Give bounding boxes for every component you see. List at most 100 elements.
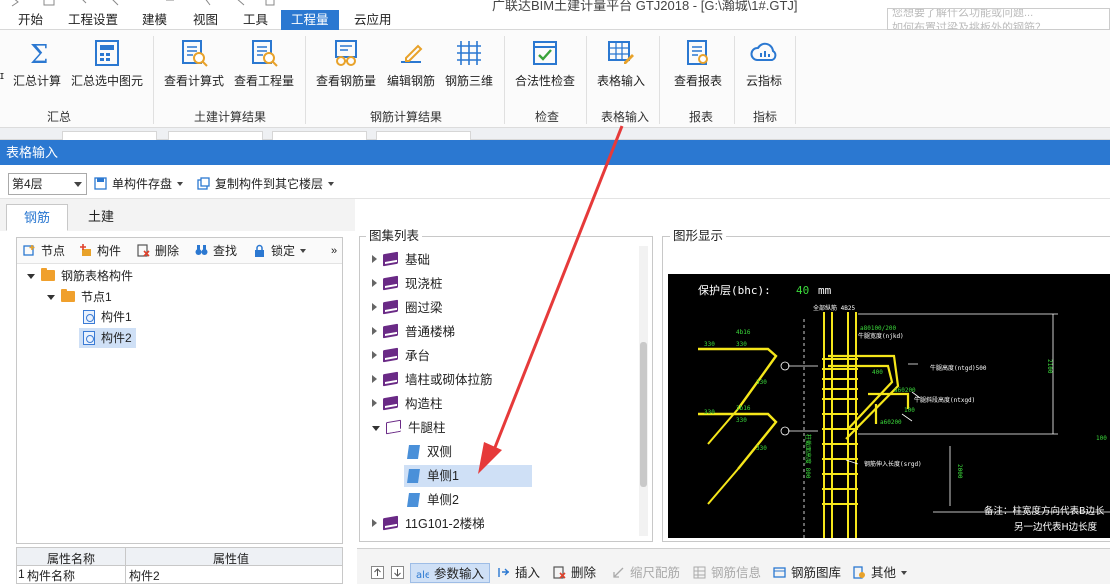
atlas-item[interactable]: 承台 [372,345,430,367]
help-search-box[interactable]: 您想要了解什么功能或问题... 如何布置过梁及挑板外的钢筋？ [887,8,1110,30]
atlas-child-item[interactable]: 单侧2 [404,489,463,511]
cover-value[interactable]: 40 [796,284,809,297]
menu-view[interactable]: 视图 [193,10,218,30]
cloud-chart-icon [750,42,777,61]
floor-select-value: 第4层 [12,177,43,191]
svg-text:Σ: Σ [30,40,48,68]
doc-tab[interactable] [272,131,367,140]
copy-icon [197,177,210,190]
table-input-button[interactable]: 表格输入 [594,38,648,98]
anno-t15: 330 [756,445,767,452]
add-node-button[interactable]: 节点 [23,240,65,262]
view-report-button[interactable]: 查看报表 [671,38,725,98]
menu-tools[interactable]: 工具 [243,10,268,30]
cloud-index-button[interactable]: 云指标 [740,38,788,98]
delete-row-button[interactable]: 删除 [553,563,596,583]
book-icon [383,275,398,291]
summary-selected-button[interactable]: 汇总选中图元 [70,38,144,98]
expand-icon [372,375,377,383]
lock-button[interactable]: 锁定 [253,240,307,262]
tab-rebar[interactable]: 钢筋 [6,204,68,231]
ribbon-divider [153,36,154,124]
view-rebar-button[interactable]: 查看钢筋量 [314,38,378,98]
rebar-library-button[interactable]: 钢筋图库 [773,563,841,583]
single-component-save-button[interactable]: 单构件存盘 [94,173,184,195]
anno-t17: a60200 [880,419,902,426]
menu-project-settings[interactable]: 工程设置 [68,10,118,30]
doc-tab[interactable] [376,131,471,140]
quick-access-toolbar[interactable] [4,0,304,7]
insert-button[interactable]: 插入 [497,563,540,583]
anno-t21: 2000 [956,464,963,479]
property-row[interactable]: 1 构件名称 构件2 [16,566,343,584]
menu-start[interactable]: 开始 [18,10,43,30]
atlas-scrollbar[interactable] [639,246,648,536]
view-formula-button[interactable]: 查看计算式 [162,38,226,98]
chevron-down-icon [74,182,82,187]
atlas-item[interactable]: 墙柱或砌体拉筋 [372,369,493,391]
copy-to-other-floors-button[interactable]: 复制构件到其它楼层 [197,173,335,195]
expand-icon [372,327,377,335]
atlas-item[interactable]: 11G101-2楼梯 [372,513,485,535]
tree-node[interactable]: 节点1 [47,287,112,307]
scrollbar-thumb[interactable] [640,342,647,487]
library-icon [773,567,786,578]
more-tools-button[interactable]: » [331,240,337,262]
atlas-child-item-selected[interactable]: 单侧1 [404,465,532,487]
atlas-child-item[interactable]: 双侧 [404,441,456,463]
find-button[interactable]: 查找 [195,240,237,262]
rebar-3d-button[interactable]: 钢筋三维 [442,38,496,98]
doc-tab[interactable] [168,131,263,140]
edit-rebar-button[interactable]: 编辑钢筋 [384,38,438,98]
other-icon [853,566,865,579]
menu-cloud[interactable]: 云应用 [354,10,392,30]
parameter-input-button[interactable]: ale 参数输入 [410,563,491,583]
insert-icon [498,568,509,577]
tree-root[interactable]: 钢筋表格构件 [27,266,133,286]
atlas-item-expanded[interactable]: 牛腿柱 [372,417,446,439]
view-quantity-button[interactable]: 查看工程量 [232,38,296,98]
tab-civil[interactable]: 土建 [70,204,132,231]
calculator-icon [95,40,119,66]
hook-rebar [698,347,778,505]
move-down-button[interactable] [391,563,409,583]
rebar-info-button[interactable]: 钢筋信息 [693,563,761,583]
atlas-list-title: 图集列表 [366,228,423,244]
property-value[interactable]: 构件2 [129,567,160,584]
anno-t20: 2100 [1046,359,1053,374]
book-icon [383,347,398,363]
delete-button[interactable]: 删除 [137,240,179,262]
tree-item-selected[interactable]: 构件2 [79,328,136,348]
component-tree-panel: 节点 构件 删除 查找 锁定 » 钢筋表格构件 节点1 构件1 构件2 [16,237,343,544]
move-up-button[interactable] [371,563,389,583]
expand-icon [372,351,377,359]
floor-select[interactable]: 第4层 [8,173,87,195]
book-icon [383,251,398,267]
menu-quantities[interactable]: 工程量 [281,10,339,30]
rebar-glasses-icon [335,40,357,66]
atlas-item[interactable]: 构造柱 [372,393,443,415]
group-rebar-results-label: 钢筋计算结果 [369,110,442,124]
expand-icon [372,519,377,527]
atlas-item[interactable]: 普通楼梯 [372,321,455,343]
group-summary-label: 汇总 [46,110,71,124]
scale-rebar-button[interactable]: 缩尺配筋 [612,563,680,583]
atlas-item[interactable]: 圈过梁 [372,297,443,319]
other-menu-button[interactable]: 其他 [853,563,908,583]
menu-modeling[interactable]: 建模 [142,10,167,30]
quick-access-icons [11,0,275,7]
col-property-name: 属性名称 [47,552,96,566]
validity-check-button[interactable]: 合法性检查 [512,38,578,98]
add-component-button[interactable]: 构件 [79,240,121,262]
book-icon [383,299,398,315]
atlas-item[interactable]: 基础 [372,249,430,271]
tree-item[interactable]: 构件1 [79,307,136,327]
caret-down-icon [328,182,335,186]
drawing-annotations: 全部纵筋 4B25 a80100/200 牛腿宽度(njkd) 4b16 330… [704,304,1107,479]
caret-down-icon [177,182,184,186]
rebar-drawing-canvas[interactable]: 保护层(bhc): 40 mm 全部纵筋 4B25 a80100/200 牛腿宽… [668,274,1110,538]
anno-t1: 全部纵筋 4B25 [813,304,855,312]
doc-tab[interactable] [62,131,157,140]
atlas-item[interactable]: 现浇桩 [372,273,443,295]
summary-calc-button[interactable]: Σ 汇总计算 [12,38,62,98]
